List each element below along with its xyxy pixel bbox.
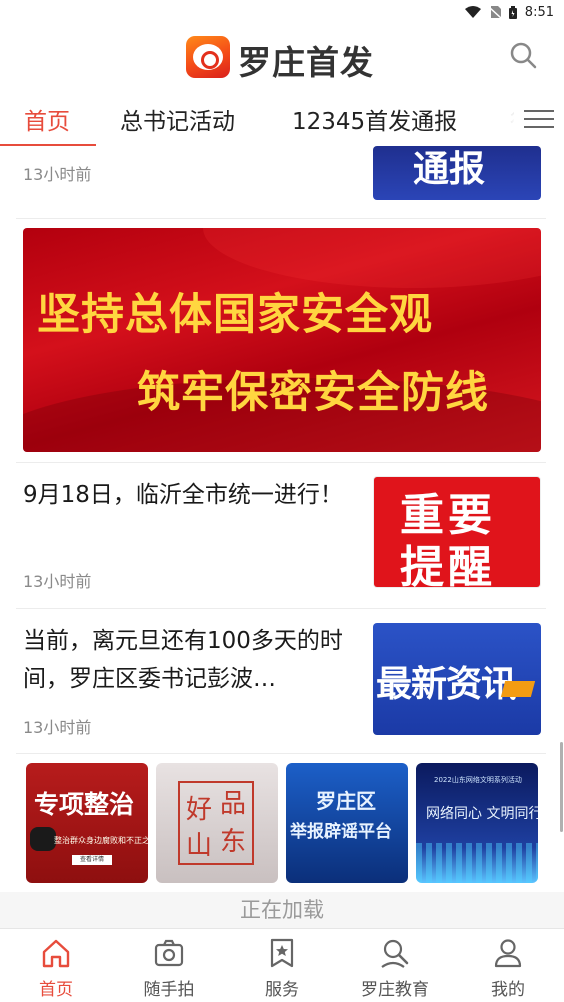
thumbnail-text: 最新资讯 xyxy=(376,664,517,705)
divider xyxy=(16,462,546,463)
nav-label: 罗庄教育 xyxy=(361,980,429,1000)
news-headline[interactable]: 当前，离元旦还有100多天的时间，罗庄区委书记彭波… xyxy=(23,622,363,698)
divider xyxy=(16,753,546,754)
nav-services[interactable]: 服务 xyxy=(226,929,338,1002)
nav-label: 我的 xyxy=(491,980,525,1000)
promo-char: 好 xyxy=(186,795,213,825)
nav-profile[interactable]: 我的 xyxy=(452,929,564,1002)
news-thumbnail[interactable]: 通报 xyxy=(373,146,541,200)
wifi-icon xyxy=(464,6,481,18)
camera-icon xyxy=(154,939,184,967)
item-time: 13小时前 xyxy=(23,165,92,184)
promo-char: 山 xyxy=(186,831,213,861)
promo-char: 品 xyxy=(220,789,247,819)
status-bar: 8:51 xyxy=(0,0,564,24)
check-mark-icon xyxy=(500,681,536,697)
promo-button: 查看详情 xyxy=(72,855,112,865)
promo-subtitle: 举报辟谣平台 xyxy=(290,822,392,842)
home-icon xyxy=(42,939,70,968)
promo-title: 网络同心 文明同行 xyxy=(426,806,538,822)
tab-secretary-activities[interactable]: 总书记活动 xyxy=(120,102,235,136)
promo-card[interactable]: 好 品 山 东 xyxy=(156,763,278,883)
nav-label: 随手拍 xyxy=(143,980,195,1000)
no-sim-icon xyxy=(488,6,501,18)
app-title: 罗庄首发 xyxy=(238,43,374,82)
search-icon[interactable] xyxy=(508,40,538,70)
app-logo xyxy=(186,36,230,78)
news-headline[interactable]: 9月18日，临沂全市统一进行！ xyxy=(23,476,363,514)
education-icon xyxy=(381,939,409,968)
divider xyxy=(16,218,546,219)
promo-subtitle: 2022山东网络文明系列活动 xyxy=(434,776,522,784)
thumbnail-text: 通报 xyxy=(413,149,486,190)
channel-tabs: 首页 总书记活动 12345首发通报 行 xyxy=(0,90,564,146)
news-feed[interactable]: 13小时前 通报 坚持总体国家安全观 筑牢保密安全防线 9月18日，临沂全市统一… xyxy=(0,146,564,928)
nav-home[interactable]: 首页 xyxy=(0,929,112,1002)
app-header: 罗庄首发 xyxy=(0,24,564,90)
loading-indicator: 正在加载 xyxy=(0,892,564,928)
promo-char: 东 xyxy=(220,827,247,857)
feature-banner[interactable]: 坚持总体国家安全观 筑牢保密安全防线 xyxy=(23,228,541,452)
news-thumbnail[interactable]: 最新资讯 xyxy=(373,623,541,735)
promo-card[interactable]: 2022山东网络文明系列活动 网络同心 文明同行 xyxy=(416,763,538,883)
nav-education[interactable]: 罗庄教育 xyxy=(339,929,451,1002)
banner-line2: 筑牢保密安全防线 xyxy=(137,368,489,418)
promo-subtitle: 整治群众身边腐败和不正之风 xyxy=(54,836,148,845)
nav-label: 首页 xyxy=(39,980,73,1000)
item-time: 13小时前 xyxy=(23,572,92,591)
promo-title: 罗庄区 xyxy=(316,789,376,813)
clock: 8:51 xyxy=(524,4,554,20)
promo-card[interactable]: 罗庄区 举报辟谣平台 xyxy=(286,763,408,883)
news-thumbnail[interactable]: 重要 提醒 xyxy=(373,476,541,588)
bottom-nav: 首页 随手拍 服务 罗庄教育 我的 xyxy=(0,928,564,1002)
user-icon xyxy=(494,939,522,968)
scrollbar[interactable] xyxy=(560,742,563,832)
banner-line1: 坚持总体国家安全观 xyxy=(37,290,433,340)
bookmark-star-icon xyxy=(270,938,294,968)
item-time: 13小时前 xyxy=(23,718,92,737)
tab-home[interactable]: 首页 xyxy=(24,102,70,136)
promo-card[interactable]: 专项整治 整治群众身边腐败和不正之风 查看详情 xyxy=(26,763,148,883)
divider xyxy=(16,608,546,609)
tab-12345-report[interactable]: 12345首发通报 xyxy=(292,102,457,136)
nav-label: 服务 xyxy=(265,980,299,1000)
fist-icon xyxy=(30,827,56,851)
battery-icon xyxy=(508,5,517,19)
menu-icon[interactable] xyxy=(514,104,556,134)
nav-snapshot[interactable]: 随手拍 xyxy=(113,929,225,1002)
thumbnail-text: 提醒 xyxy=(400,542,496,588)
promo-title: 专项整治 xyxy=(34,790,135,819)
